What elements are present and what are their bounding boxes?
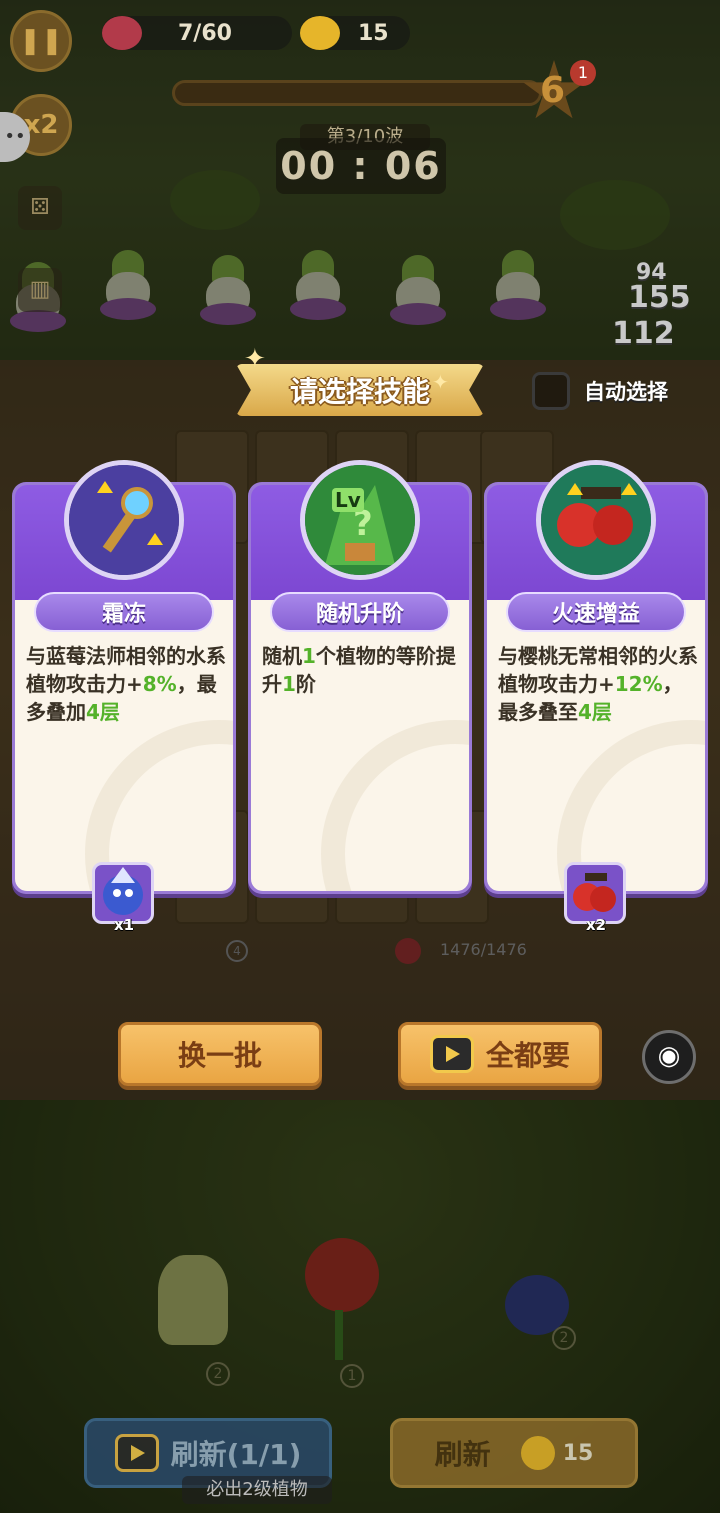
skill-name-plate: 火速增益	[506, 592, 686, 632]
skill-card-fire-boost[interactable]: 火速增益 与樱桃无常相邻的火系植物攻击力+12%，最多叠至4层 x2	[484, 460, 708, 934]
skill-description: 与蓝莓法师相邻的水系植物攻击力+8%，最多叠加4层	[26, 644, 226, 724]
sparkle-icon: ✦	[244, 344, 266, 374]
blueberry-mage-icon	[92, 862, 154, 924]
wave-level-text: 6	[540, 70, 566, 111]
enemy-count-text: 7/60	[178, 20, 232, 46]
video-ad-icon	[114, 1434, 159, 1472]
skill-name: 随机升阶	[315, 602, 404, 627]
dice-icon[interactable]: ⚄	[18, 186, 62, 230]
notice-badge: 1	[570, 60, 596, 86]
skill-name: 火速增益	[551, 602, 640, 627]
skill-name-plate: 随机升阶	[270, 592, 450, 632]
badge-count: x1	[114, 916, 135, 934]
wave-timer: 00 : 06	[276, 138, 446, 194]
pause-icon: ❚❚	[19, 26, 63, 56]
skill-name-plate: 霜冻	[34, 592, 214, 632]
skill-description: 与樱桃无常相邻的火系植物攻击力+12%，最多叠至4层	[498, 644, 698, 724]
sun-icon	[300, 16, 340, 50]
ad-refresh-label: 刷新(1/1)	[170, 1438, 302, 1471]
take-all-label: 全都要	[485, 1039, 570, 1072]
title-text: 请选择技能	[289, 375, 430, 408]
refresh-batch-label: 换一批	[177, 1039, 262, 1072]
cherry-icon	[564, 862, 626, 924]
ad-refresh-note: 必出2级植物	[182, 1476, 332, 1504]
eye-icon[interactable]: ◉	[642, 1030, 696, 1084]
sun-count-text: 15	[358, 20, 389, 46]
refresh-batch-button[interactable]: 换一批	[118, 1022, 322, 1086]
skill-description: 随机1个植物的等阶提升1阶	[262, 644, 456, 696]
sparkle-icon: ✦	[432, 370, 449, 394]
skill-card-random-upgrade[interactable]: ? Lv 随机升阶 随机1个植物的等阶提升1阶	[248, 460, 472, 894]
refresh-label: 刷新	[434, 1438, 491, 1471]
damage-number: 155	[628, 280, 691, 315]
wave-progress-bar	[172, 80, 542, 106]
auto-select-label: 自动选择	[584, 380, 668, 404]
auto-select-checkbox[interactable]	[532, 372, 570, 410]
refresh-button[interactable]: 刷新 15	[390, 1418, 638, 1488]
skill-name: 霜冻	[101, 602, 146, 627]
take-all-button[interactable]: 全都要	[398, 1022, 602, 1086]
sun-counter: 15	[300, 16, 410, 50]
frost-staff-icon	[64, 460, 184, 580]
monster-icon	[102, 16, 142, 50]
cherry-fire-icon	[536, 460, 656, 580]
random-upgrade-icon: ?	[300, 460, 420, 580]
lv-label: Lv	[332, 488, 364, 512]
badge-count: x2	[586, 916, 607, 934]
video-ad-icon	[429, 1035, 474, 1073]
skill-card-frost[interactable]: 霜冻 与蓝莓法师相邻的水系植物攻击力+8%，最多叠加4层 x1	[12, 460, 236, 934]
pause-button[interactable]: ❚❚	[10, 10, 72, 72]
sun-icon	[520, 1436, 555, 1470]
damage-number: 112	[612, 316, 675, 351]
refresh-cost: 15	[562, 1440, 594, 1466]
stats-icon[interactable]: ▥	[18, 268, 62, 312]
enemy-counter: 7/60	[102, 16, 292, 50]
